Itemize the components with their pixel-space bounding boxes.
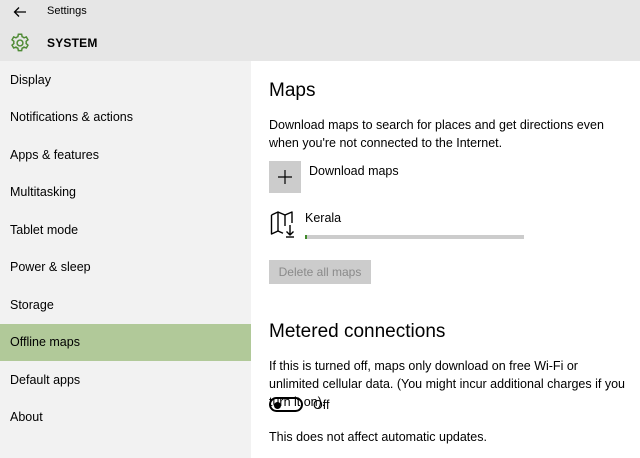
sidebar-item-label: Notifications & actions [10, 110, 133, 124]
download-progress-bar [305, 235, 524, 239]
sidebar-item-apps-features[interactable]: Apps & features [0, 136, 251, 173]
sidebar-item-label: Display [10, 72, 51, 87]
gear-icon [11, 33, 29, 52]
sidebar-item-label: Offline maps [10, 335, 80, 349]
plus-icon [278, 170, 292, 184]
title-bar: Settings [0, 0, 640, 24]
sidebar-item-offline-maps[interactable]: Offline maps [0, 323, 251, 361]
window-title: Settings [47, 5, 87, 17]
sidebar-item-power-sleep[interactable]: Power & sleep [0, 249, 251, 286]
sidebar-item-storage[interactable]: Storage [0, 286, 251, 323]
delete-all-maps-button[interactable]: Delete all maps [269, 260, 371, 284]
sidebar: Display Notifications & actions Apps & f… [0, 61, 251, 458]
sidebar-item-tablet-mode[interactable]: Tablet mode [0, 211, 251, 248]
toggle-state-label: Off [313, 398, 330, 412]
metered-heading: Metered connections [269, 321, 446, 342]
sidebar-item-label: Apps & features [10, 147, 99, 162]
maps-heading: Maps [269, 80, 316, 101]
sidebar-item-about[interactable]: About [0, 399, 251, 436]
map-download-icon [270, 211, 294, 238]
download-maps-label[interactable]: Download maps [309, 164, 399, 178]
sidebar-item-multitasking[interactable]: Multitasking [0, 174, 251, 211]
sidebar-item-label: About [10, 410, 43, 424]
sidebar-item-label: Power & sleep [10, 260, 91, 274]
map-name: Kerala [305, 211, 342, 225]
sidebar-item-notifications[interactable]: Notifications & actions [0, 99, 251, 136]
sidebar-item-label: Default apps [10, 372, 81, 387]
sidebar-item-label: Tablet mode [10, 222, 79, 237]
back-button[interactable] [8, 2, 32, 22]
download-maps-button[interactable] [269, 161, 301, 193]
sidebar-item-display[interactable]: Display [0, 61, 251, 98]
toggle-knob [274, 401, 281, 409]
download-progress-fill [305, 235, 308, 239]
maps-description: Download maps to search for places and g… [269, 118, 604, 150]
main-content: Maps Download maps to search for places … [251, 61, 640, 458]
section-title: SYSTEM [47, 36, 98, 50]
sidebar-item-default-apps[interactable]: Default apps [0, 361, 251, 398]
page-header: SYSTEM [0, 24, 640, 61]
metered-note: This does not affect automatic updates. [269, 430, 487, 444]
sidebar-item-label: Multitasking [10, 185, 76, 199]
sidebar-item-label: Storage [10, 297, 54, 312]
metered-toggle[interactable] [269, 397, 303, 412]
back-arrow-icon [13, 7, 26, 17]
